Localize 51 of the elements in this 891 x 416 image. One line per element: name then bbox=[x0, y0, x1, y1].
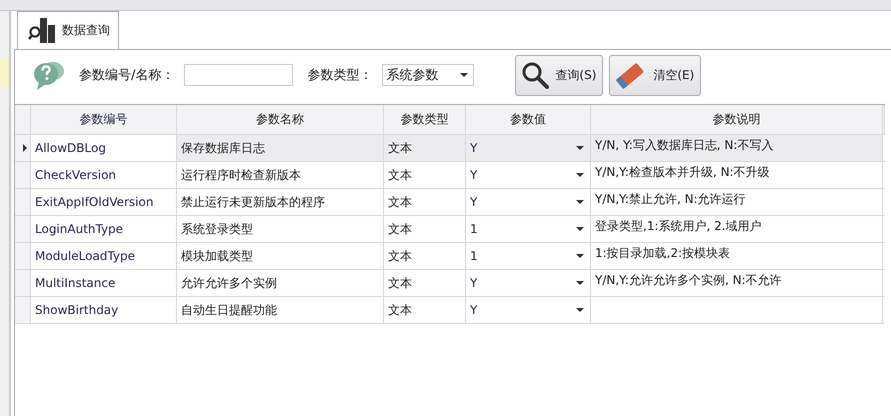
tab[interactable]: 数据查询 bbox=[17, 11, 119, 49]
search-chart-icon bbox=[28, 18, 56, 43]
side-panel-highlight bbox=[0, 59, 9, 87]
table-cell: 登录类型,1:系统用户, 2.域用户 bbox=[591, 216, 883, 242]
table-cell: Y/N, Y:写入数据库日志, N:不写入 bbox=[591, 135, 883, 161]
table-cell: 模块加载类型 bbox=[177, 243, 384, 269]
table-cell: Y/N,Y:检查版本并升级, N:不升级 bbox=[591, 162, 883, 188]
code-label: 参数编号/名称： bbox=[79, 67, 174, 84]
type-dropdown[interactable]: 系统参数 bbox=[382, 64, 474, 86]
table-cell: LoginAuthType bbox=[31, 216, 177, 242]
table-cell: 允许允许多个实例 bbox=[177, 270, 384, 296]
table-cell: 文本 bbox=[384, 270, 466, 296]
table-cell: 系统登录类型 bbox=[177, 216, 384, 242]
value-dropdown[interactable]: 1 bbox=[466, 216, 591, 242]
column-header[interactable]: 参数编号 bbox=[31, 105, 177, 134]
table-cell: MultiInstance bbox=[31, 270, 177, 296]
table-cell: 文本 bbox=[384, 189, 466, 215]
row-indicator-icon bbox=[22, 144, 26, 152]
table-cell: Y/N,Y:禁止允许, N:允许运行 bbox=[591, 189, 883, 215]
value-dropdown[interactable]: Y bbox=[466, 270, 591, 296]
table-cell: 禁止运行未更新版本的程序 bbox=[177, 189, 384, 215]
row-header[interactable] bbox=[15, 135, 31, 161]
value-dropdown[interactable]: 1 bbox=[466, 243, 591, 269]
table-cell: Y/N,Y:允许允许多个实例, N:不允许 bbox=[591, 270, 883, 296]
table-cell: 运行程序时检查新版本 bbox=[177, 162, 384, 188]
value-dropdown[interactable]: Y bbox=[466, 189, 591, 215]
table-cell: 文本 bbox=[384, 135, 466, 161]
help-bubble-icon bbox=[33, 59, 65, 91]
column-header[interactable]: 参数说明 bbox=[591, 105, 883, 134]
search-button[interactable]: 查询(S) bbox=[515, 54, 604, 96]
search-icon bbox=[521, 61, 550, 89]
table-cell: 文本 bbox=[384, 216, 466, 242]
column-header[interactable]: 参数值 bbox=[466, 105, 591, 134]
table-cell: ModuleLoadType bbox=[31, 243, 177, 269]
table-cell: 文本 bbox=[384, 243, 466, 269]
clear-button[interactable]: 清空(E) bbox=[609, 54, 702, 96]
column-header[interactable]: 参数类型 bbox=[384, 105, 466, 134]
table-cell: 文本 bbox=[384, 297, 466, 323]
column-header[interactable]: 参数名称 bbox=[177, 105, 384, 134]
table-cell: ExitAppIfOldVersion bbox=[31, 189, 177, 215]
table-cell: 自动生日提醒功能 bbox=[177, 297, 384, 323]
code-input-field[interactable] bbox=[184, 64, 294, 86]
value-dropdown[interactable]: Y bbox=[466, 297, 591, 323]
table-cell: ShowBirthday bbox=[31, 297, 177, 323]
value-dropdown[interactable]: Y bbox=[466, 135, 591, 161]
table-cell: 文本 bbox=[384, 162, 466, 188]
table-cell: 保存数据库日志 bbox=[177, 135, 384, 161]
table-cell: 1:按目录加载,2:按模块表 bbox=[591, 243, 883, 269]
value-dropdown[interactable]: Y bbox=[466, 162, 591, 188]
table-cell: CheckVersion bbox=[31, 162, 177, 188]
type-label: 参数类型： bbox=[307, 67, 372, 84]
